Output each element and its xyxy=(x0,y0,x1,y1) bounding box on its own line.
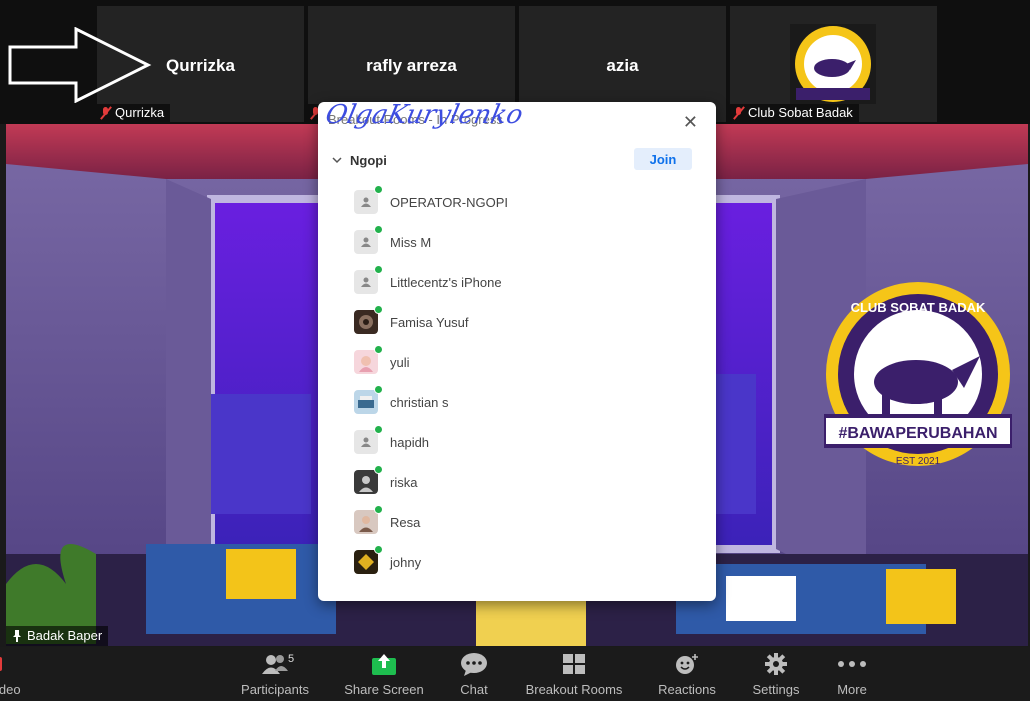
participant-name: Littlecentz's iPhone xyxy=(390,274,502,290)
participant-item: riska xyxy=(354,462,706,502)
default-avatar-icon xyxy=(354,430,378,454)
photo-avatar-icon xyxy=(354,510,378,534)
participant-name: Resa xyxy=(390,514,421,530)
mic-muted-icon xyxy=(101,106,111,120)
participants-label: Participants xyxy=(241,682,309,697)
video-icon xyxy=(0,657,2,671)
online-status-dot xyxy=(374,305,383,314)
chevron-down-icon[interactable] xyxy=(332,156,342,164)
participant-display-name: azia xyxy=(606,56,639,75)
active-speaker-label: Badak Baper xyxy=(6,626,109,646)
photo-avatar-icon xyxy=(354,350,378,374)
participant-item: Miss M xyxy=(354,222,706,262)
video-label: ideo xyxy=(0,682,21,697)
participant-display-name: rafly arreza xyxy=(366,56,457,75)
breakout-rooms-label: Breakout Rooms xyxy=(525,682,623,697)
room-header-ngopi[interactable]: Ngopi Join xyxy=(332,148,692,172)
photo-avatar-icon xyxy=(354,310,378,334)
participant-name-label: Club Sobat Badak xyxy=(730,104,859,122)
breakout-rooms-button[interactable]: Breakout Rooms xyxy=(522,651,626,697)
participant-item: hapidh xyxy=(354,422,706,462)
share-screen-button[interactable]: Share Screen xyxy=(342,651,426,697)
logo-banner-text: #BAWAPERUBAHAN xyxy=(838,425,997,442)
default-avatar-icon xyxy=(354,230,378,254)
room-name: Ngopi xyxy=(350,152,387,168)
participant-name: hapidh xyxy=(390,434,430,450)
online-status-dot xyxy=(374,185,383,194)
chat-icon xyxy=(461,653,487,676)
gear-icon xyxy=(765,653,787,675)
breakout-rooms-panel: Breakout Rooms - In Progress OlgaKurylen… xyxy=(318,102,716,601)
participant-name: Famisa Yusuf xyxy=(390,314,469,330)
participants-count: 5 xyxy=(288,653,295,665)
close-icon[interactable]: ✕ xyxy=(683,112,698,133)
participant-item: johny xyxy=(354,542,706,582)
default-avatar-icon xyxy=(354,270,378,294)
name-label-text: Club Sobat Badak xyxy=(748,105,853,120)
settings-button[interactable]: Settings xyxy=(748,651,804,697)
mic-muted-icon xyxy=(734,106,744,120)
participant-name: Miss M xyxy=(390,234,432,250)
settings-label: Settings xyxy=(752,682,800,697)
participant-item: Resa xyxy=(354,502,706,542)
photo-avatar-icon xyxy=(354,390,378,414)
online-status-dot xyxy=(374,465,383,474)
name-label-text: Qurrizka xyxy=(115,105,165,120)
share-screen-icon xyxy=(372,654,396,675)
online-status-dot xyxy=(374,385,383,394)
reactions-icon xyxy=(676,654,698,674)
online-status-dot xyxy=(374,225,383,234)
online-status-dot xyxy=(374,345,383,354)
reactions-button[interactable]: Reactions xyxy=(654,651,720,697)
participant-name: christian s xyxy=(390,394,449,410)
online-status-dot xyxy=(374,545,383,554)
participants-button[interactable]: 5 Participants xyxy=(236,651,314,697)
speaker-name: Badak Baper xyxy=(27,628,103,643)
participant-name: johny xyxy=(390,554,422,570)
online-status-dot xyxy=(374,265,383,274)
club-sobat-badak-logo: #BAWAPERUBAHAN CLUB SOBAT BADAK EST 2021 xyxy=(824,282,1012,467)
join-button[interactable]: Join xyxy=(634,148,692,170)
share-screen-label: Share Screen xyxy=(344,682,424,697)
photo-avatar-icon xyxy=(354,550,378,574)
participant-name: yuli xyxy=(390,354,410,370)
pointer-arrow-icon xyxy=(8,27,152,103)
logo-top-text: CLUB SOBAT BADAK xyxy=(851,300,986,315)
participant-item: Littlecentz's iPhone xyxy=(354,262,706,302)
participants-icon xyxy=(262,655,288,674)
breakout-rooms-icon xyxy=(563,654,585,674)
pin-icon xyxy=(13,630,21,642)
participant-name-label: Qurrizka xyxy=(97,104,171,122)
more-label: More xyxy=(837,682,867,697)
video-button[interactable]: ideo xyxy=(0,651,30,697)
signature-overlay: OlgaKurylenko xyxy=(322,102,526,130)
more-icon xyxy=(838,661,866,667)
more-button[interactable]: More xyxy=(830,651,874,697)
participant-name: riska xyxy=(390,474,418,490)
participant-item: OPERATOR-NGOPI xyxy=(354,182,706,222)
participant-item: christian s xyxy=(354,382,706,422)
club-logo-avatar xyxy=(790,24,876,104)
logo-est-text: EST 2021 xyxy=(896,456,941,467)
participant-item: Famisa Yusuf xyxy=(354,302,706,342)
online-status-dot xyxy=(374,425,383,434)
participant-item: yuli xyxy=(354,342,706,382)
meeting-toolbar: ideo 5 Participants Share Screen Chat Br… xyxy=(0,647,1030,701)
reactions-label: Reactions xyxy=(658,682,716,697)
chat-label: Chat xyxy=(460,682,488,697)
default-avatar-icon xyxy=(354,190,378,214)
chat-button[interactable]: Chat xyxy=(452,651,496,697)
online-status-dot xyxy=(374,505,383,514)
photo-avatar-icon xyxy=(354,470,378,494)
participant-name: OPERATOR-NGOPI xyxy=(390,194,508,210)
participant-list: OPERATOR-NGOPI Miss M Littlecentz's iPho… xyxy=(354,182,706,582)
